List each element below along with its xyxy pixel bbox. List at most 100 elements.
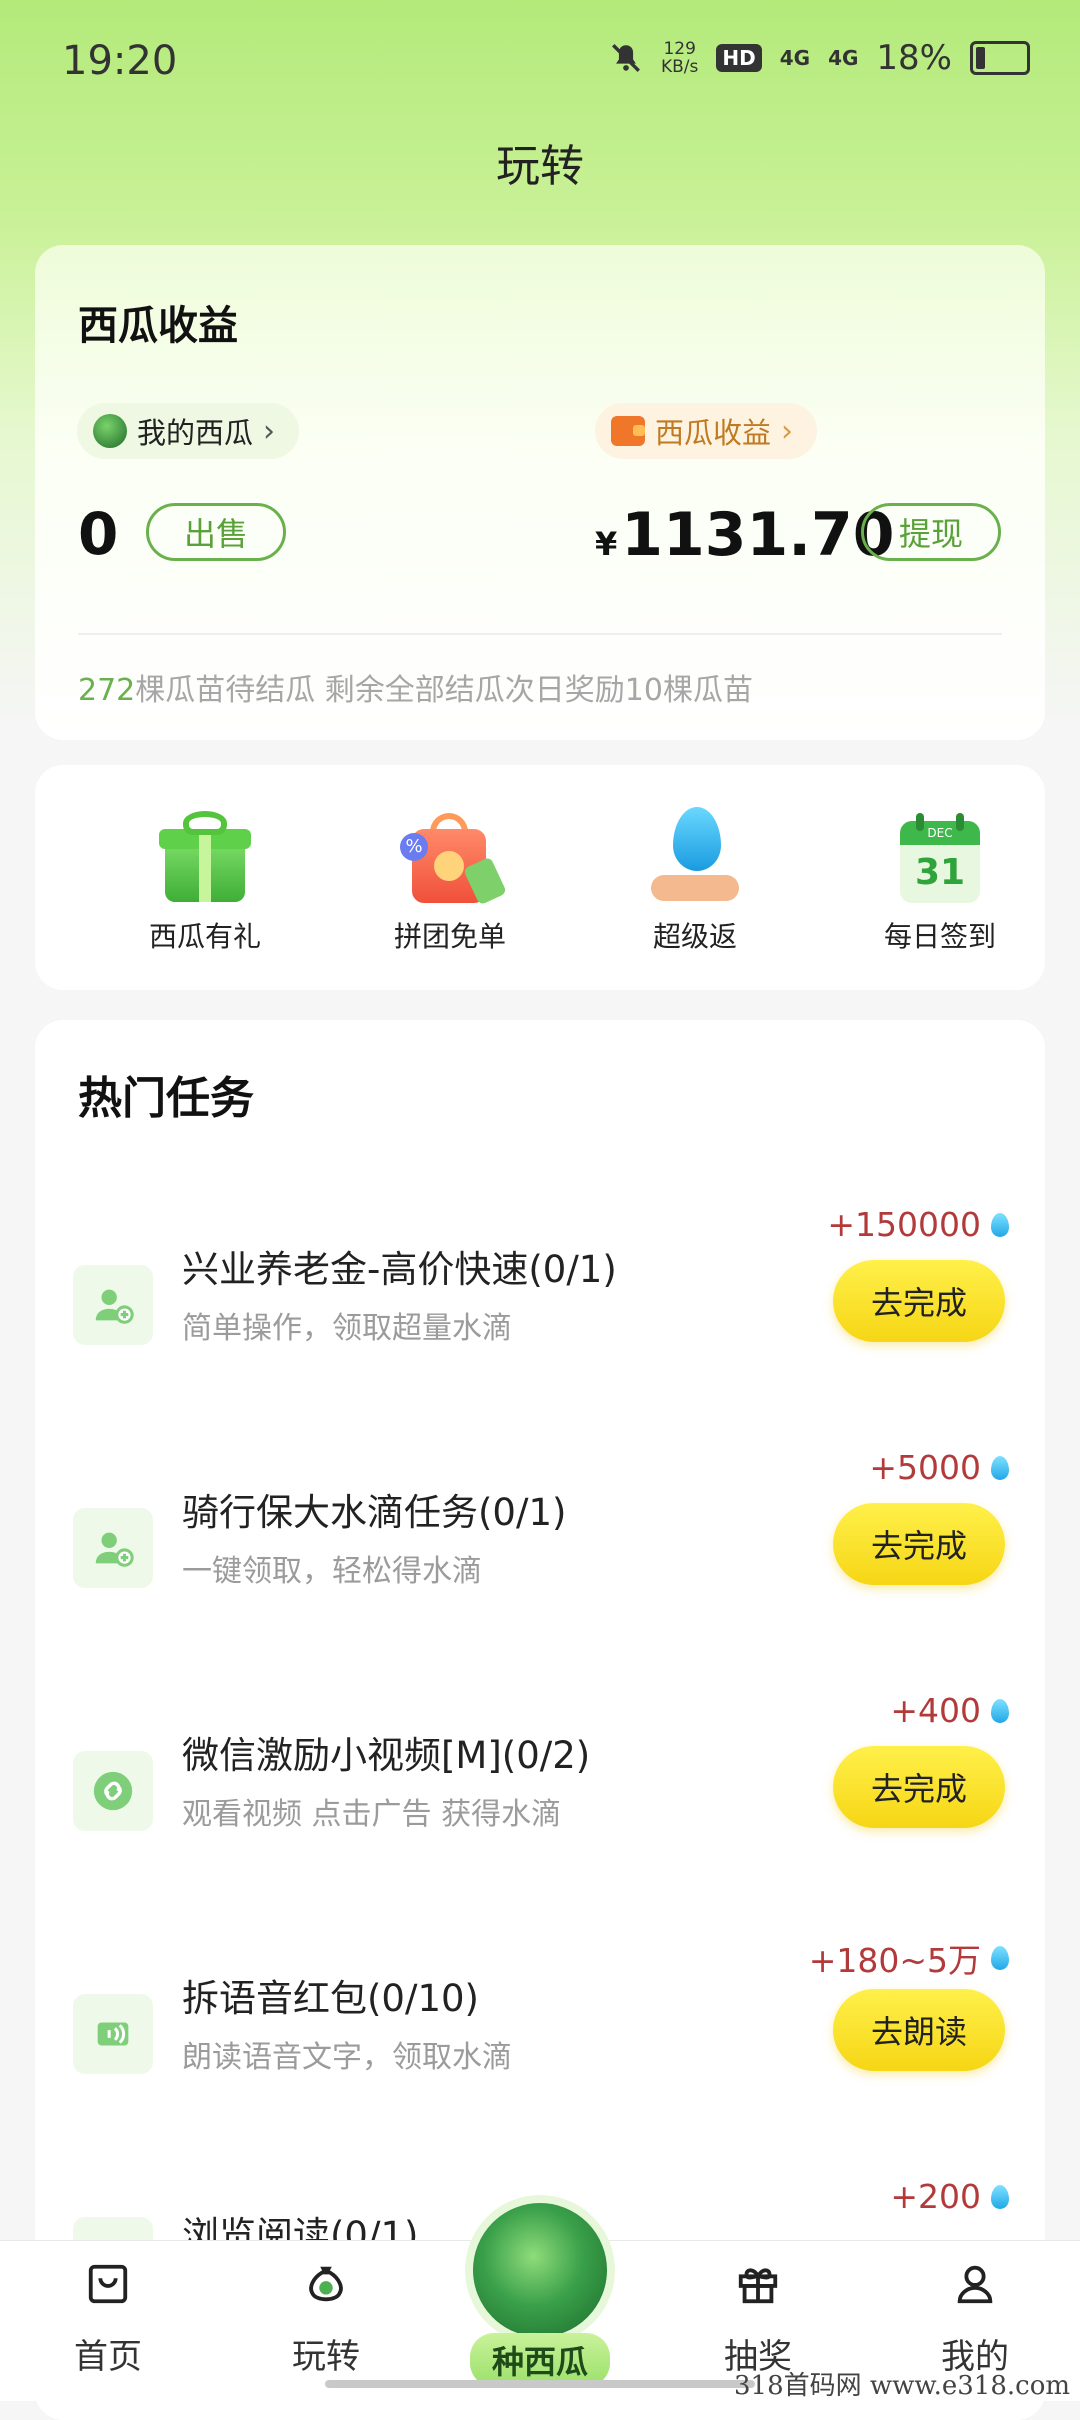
my-melon-link[interactable]: 我的西瓜 › [77,403,300,459]
quick-action-label: 每日签到 [883,920,996,953]
task-row: 骑行保大水滴任务(0/1) 一键领取，轻松得水滴 +5000 去完成 [35,1448,1045,1648]
quick-action-label: 拼团免单 [393,920,506,953]
chevron-right-icon: › [781,413,794,449]
withdraw-button[interactable]: 提现 [861,503,1001,561]
task-reward: +5000 [869,1448,1009,1487]
page-title: 玩转 [496,141,584,192]
divider [78,633,1002,635]
home-indicator[interactable] [325,2380,755,2388]
tab-home[interactable]: 首页 [38,2261,178,2378]
task-desc: 简单操作，领取超量水滴 [182,1311,512,1346]
mute-bell-icon [612,44,640,72]
task-desc: 朗读语音文字，领取水滴 [182,2040,512,2075]
water-drop-icon [991,2184,1009,2209]
seedling-count: 272 [78,673,136,708]
tab-label: 首页 [74,2337,142,2377]
water-drop-icon [991,1212,1009,1237]
quick-action-super-rebate[interactable]: 超级返 [595,807,795,955]
task-row: 拆语音红包(0/10) 朗读语音文字，领取水滴 +180~5万 去朗读 [35,1934,1045,2134]
earnings-title: 西瓜收益 [78,303,238,349]
task-row: 微信激励小视频[M](0/2) 观看视频 点击广告 获得水滴 +400 去完成 [35,1691,1045,1891]
tab-label: 种西瓜 [469,2333,610,2387]
task-reward-value: +200 [890,2177,981,2216]
seedling-note-text: 棵瓜苗待结瓜 剩余全部结瓜次日奖励10棵瓜苗 [135,673,753,708]
task-name: 骑行保大水滴任务(0/1) [182,1491,567,1534]
voice-envelope-icon [73,1994,153,2074]
task-reward-value: +5000 [869,1448,981,1487]
sell-button[interactable]: 出售 [146,503,286,561]
quick-action-daily-checkin[interactable]: DEC 31 每日签到 [840,807,1040,955]
earnings-card: 西瓜收益 我的西瓜 › 西瓜收益 › 0 出售 ¥1131.70 提现 272棵… [35,245,1045,740]
calendar-icon: DEC 31 [890,807,990,907]
user-add-icon [73,1508,153,1588]
melon-income-label: 西瓜收益 [655,416,772,450]
shopping-bag-tab-icon [85,2261,131,2307]
signal-2-icon: 4G [828,46,859,70]
status-time: 19:20 [62,38,178,84]
water-drop-icon [991,1455,1009,1480]
gift-icon [155,807,255,907]
water-drop-icon [991,1946,1009,1970]
calendar-month: DEC [900,821,980,845]
task-reward-value: +400 [890,1691,981,1730]
water-drop-hand-icon [645,807,745,907]
gift-tab-icon [735,2261,781,2307]
task-reward: +400 [890,1691,1009,1730]
task-complete-button[interactable]: 去完成 [833,1746,1005,1828]
task-read-button[interactable]: 去朗读 [833,1989,1005,2071]
melon-income-link[interactable]: 西瓜收益 › [595,403,818,459]
wallet-icon [611,416,645,446]
task-complete-button[interactable]: 去完成 [833,1503,1005,1585]
amount-value: 1131.70 [621,500,895,570]
tab-play[interactable]: 玩转 [256,2261,396,2378]
melon-count: 0 [78,500,119,568]
shopping-bag-icon: % [400,807,508,907]
net-speed-value: 129 [663,39,696,59]
quick-action-group-buy[interactable]: % 拼团免单 [350,807,550,955]
task-reward-value: +150000 [827,1205,981,1244]
money-bag-icon [303,2261,349,2307]
tab-lottery[interactable]: 抽奖 [688,2261,828,2378]
link-icon [73,1751,153,1831]
chevron-right-icon: › [263,413,276,449]
income-amount: ¥1131.70 [595,500,895,570]
task-reward: +180~5万 [809,1934,1009,1982]
quick-action-label: 超级返 [652,920,737,953]
quick-action-melon-gift[interactable]: 西瓜有礼 [105,807,305,955]
watermelon-icon [465,2195,615,2345]
my-melon-label: 我的西瓜 [137,416,254,450]
battery-icon [970,41,1030,75]
net-speed-unit: KB/s [660,57,699,77]
watermark-text: 318首码网 www.e318.com [734,2371,1070,2401]
task-row: 兴业养老金-高价快速(0/1) 简单操作，领取超量水滴 +150000 去完成 [35,1205,1045,1405]
user-icon [952,2261,998,2307]
user-add-icon [73,1265,153,1345]
task-name: 微信激励小视频[M](0/2) [182,1734,591,1777]
tab-mine[interactable]: 我的 [905,2261,1045,2378]
calendar-day: 31 [914,852,966,893]
hot-tasks-title: 热门任务 [78,1073,254,1124]
task-name: 拆语音红包(0/10) [182,1977,479,2020]
watermelon-icon [93,414,127,448]
quick-action-label: 西瓜有礼 [148,920,261,953]
status-icons: 129 KB/s HD 4G 4G 18% [609,38,1030,78]
net-speed: 129 KB/s [661,40,698,76]
status-bar: 19:20 129 KB/s HD 4G 4G 18% [0,0,1080,120]
task-reward: +200 [890,2177,1009,2216]
battery-fill [976,47,985,69]
task-reward: +150000 [827,1205,1009,1244]
task-desc: 一键领取，轻松得水滴 [182,1554,482,1589]
task-complete-button[interactable]: 去完成 [833,1260,1005,1342]
task-name: 兴业养老金-高价快速(0/1) [182,1248,617,1291]
task-desc: 观看视频 点击广告 获得水滴 [182,1797,562,1832]
tab-plant-watermelon[interactable]: 种西瓜 [455,2195,625,2395]
tab-label: 玩转 [292,2337,360,2377]
currency-symbol: ¥ [595,525,618,563]
hd-badge: HD [716,44,762,72]
battery-percent: 18% [876,38,952,78]
task-reward-value: +180~5万 [808,1941,981,1980]
quick-actions-card: 西瓜有礼 % 拼团免单 超级返 DEC 31 每日签到 [35,765,1045,990]
seedling-note: 272棵瓜苗待结瓜 剩余全部结瓜次日奖励10棵瓜苗 [78,665,753,709]
signal-1-icon: 4G [779,46,811,70]
water-drop-icon [991,1698,1009,1723]
